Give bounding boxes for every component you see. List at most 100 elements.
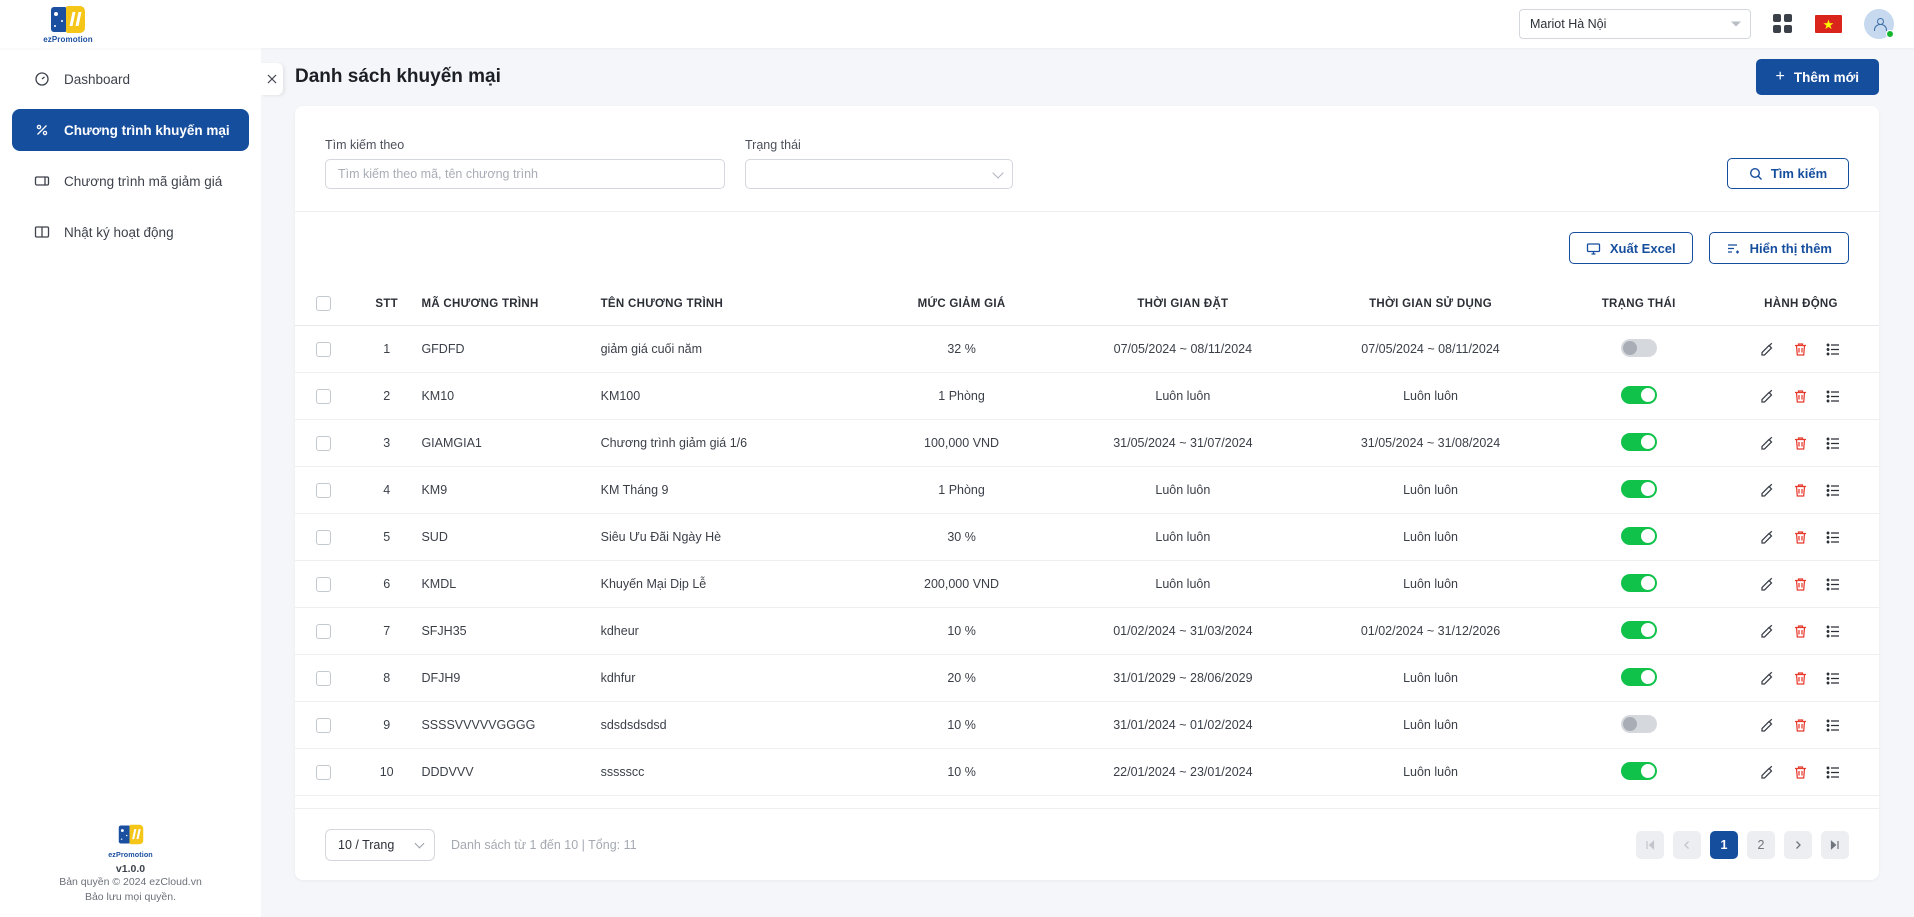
vietnam-flag-icon[interactable]: ★ [1815, 15, 1842, 33]
row-checkbox[interactable] [315, 670, 331, 686]
export-excel-icon [1586, 242, 1601, 255]
row-select-cell [295, 748, 352, 796]
column-header-stt[interactable]: STT [351, 284, 422, 326]
select-all-checkbox[interactable] [315, 296, 331, 311]
column-header-discount[interactable]: MỨC GIẢM GIÁ [864, 284, 1060, 326]
cell-stt: 1 [351, 325, 422, 373]
list-detail-icon[interactable] [1825, 341, 1842, 358]
edit-icon[interactable] [1759, 623, 1776, 640]
status-toggle[interactable] [1620, 385, 1657, 404]
edit-icon[interactable] [1759, 764, 1776, 781]
column-header-status[interactable]: TRẠNG THÁI [1554, 284, 1723, 326]
table-row[interactable]: 1 GFDFD giảm giá cuối năm 32 % 07/05/2024 ~ … [295, 325, 1879, 373]
status-toggle[interactable] [1620, 338, 1657, 357]
list-detail-icon[interactable] [1825, 623, 1842, 640]
delete-icon[interactable] [1792, 529, 1809, 546]
delete-icon[interactable] [1792, 576, 1809, 593]
cell-booking-time: 01/02/2024 ~ 31/03/2024 [1059, 607, 1307, 655]
column-header-usage-time[interactable]: THỜI GIAN SỬ DỤNG [1306, 284, 1555, 326]
status-toggle[interactable] [1620, 573, 1657, 592]
edit-icon[interactable] [1759, 670, 1776, 687]
export-excel-button[interactable]: Xuất Excel [1568, 232, 1693, 264]
column-header-code[interactable]: MÃ CHƯƠNG TRÌNH [421, 284, 601, 326]
page-size-select[interactable]: 10 / Trang [325, 828, 435, 861]
collapse-sidebar-button[interactable] [261, 63, 283, 95]
search-button-label: Tìm kiếm [1770, 166, 1828, 181]
sidebar-item-discount-code-program[interactable]: Chương trình mã giảm giá [12, 160, 249, 202]
delete-icon[interactable] [1792, 482, 1809, 499]
search-input[interactable] [325, 159, 725, 189]
table-row[interactable]: 8 DFJH9 kdhfur 20 % 31/01/2029 ~ 28/06/2029 L… [295, 654, 1879, 702]
row-checkbox[interactable] [315, 623, 331, 639]
row-checkbox[interactable] [315, 482, 331, 498]
status-toggle[interactable] [1620, 714, 1657, 733]
pagination-page-2[interactable]: 2 [1747, 830, 1775, 859]
edit-icon[interactable] [1759, 576, 1776, 593]
edit-icon[interactable] [1759, 717, 1776, 734]
list-detail-icon[interactable] [1825, 388, 1842, 405]
row-checkbox[interactable] [315, 341, 331, 357]
delete-icon[interactable] [1792, 764, 1809, 781]
table-row[interactable]: 4 KM9 KM Tháng 91 Phòng Luôn luôn Luôn luôn [295, 466, 1879, 514]
sidebar-item-promotion-program[interactable]: Chương trình khuyến mại [12, 109, 249, 151]
table-row[interactable]: 2 KM10 KM100 1 Phòng Luôn luôn Luôn luôn [295, 372, 1879, 420]
status-toggle[interactable] [1620, 432, 1657, 451]
pagination-last-button[interactable] [1821, 830, 1849, 859]
user-avatar-icon [1873, 17, 1887, 31]
row-checkbox[interactable] [315, 435, 331, 451]
delete-icon[interactable] [1792, 388, 1809, 405]
hotel-select[interactable]: Mariot Hà Nội [1519, 9, 1751, 39]
column-header-name[interactable]: TÊN CHƯƠNG TRÌNH [600, 284, 865, 326]
status-toggle[interactable] [1620, 620, 1657, 639]
edit-icon[interactable] [1759, 529, 1776, 546]
delete-icon[interactable] [1792, 670, 1809, 687]
sidebar-item-dashboard[interactable]: Dashboard [12, 58, 249, 100]
delete-icon[interactable] [1792, 341, 1809, 358]
row-checkbox[interactable] [315, 764, 331, 780]
table-row[interactable]: 9 SSSSVVVVVGGGG sdsdsdsdsd 10 % 31/01/2024 ~… [295, 701, 1879, 749]
table-row[interactable]: 3 GIAMGIA1 Chương trình giảm giá 1/6 100,00… [295, 419, 1879, 467]
delete-icon[interactable] [1792, 717, 1809, 734]
avatar[interactable] [1864, 9, 1894, 39]
pagination-next-button[interactable] [1784, 830, 1812, 859]
list-detail-icon[interactable] [1825, 717, 1842, 734]
add-new-button[interactable]: + Thêm mới [1755, 59, 1879, 95]
status-toggle[interactable] [1620, 761, 1657, 780]
list-detail-icon[interactable] [1825, 529, 1842, 546]
list-detail-icon[interactable] [1825, 435, 1842, 452]
delete-icon[interactable] [1792, 623, 1809, 640]
show-more-button[interactable]: Hiển thị thêm [1708, 232, 1849, 264]
column-header-booking-time[interactable]: THỜI GIAN ĐẶT [1059, 284, 1307, 326]
chevron-down-icon [414, 838, 425, 848]
status-toggle[interactable] [1620, 667, 1657, 686]
list-detail-icon[interactable] [1825, 764, 1842, 781]
edit-icon[interactable] [1759, 482, 1776, 499]
list-detail-icon[interactable] [1825, 670, 1842, 687]
grid-apps-icon[interactable] [1773, 14, 1793, 34]
edit-icon[interactable] [1759, 435, 1776, 452]
status-toggle[interactable] [1620, 526, 1657, 545]
pagination-page-1[interactable]: 1 [1710, 830, 1738, 859]
table-row[interactable]: 6 KMDL Khuyến Mại Dịp Lễ 200,000 VND Luôn lu… [295, 560, 1879, 608]
row-checkbox[interactable] [315, 576, 331, 592]
table-row[interactable]: 10 DDDVVV ssssscc 10 % 22/01/2024 ~ 23/01/20… [295, 748, 1879, 796]
row-checkbox[interactable] [315, 717, 331, 733]
edit-icon[interactable] [1759, 341, 1776, 358]
first-page-icon [1646, 839, 1655, 850]
list-detail-icon[interactable] [1825, 576, 1842, 593]
table-row[interactable]: 5 SUD Siêu Ưu Đãi Ngày Hè 30 % Luôn luôn Luôn… [295, 513, 1879, 561]
table-row[interactable]: 7 SFJH35 kdheur 10 % 01/02/2024 ~ 31/03/2024… [295, 607, 1879, 655]
list-detail-icon[interactable] [1825, 482, 1842, 499]
status-toggle[interactable] [1620, 479, 1657, 498]
pagination-first-button[interactable] [1636, 830, 1664, 859]
row-checkbox[interactable] [315, 529, 331, 545]
edit-icon[interactable] [1759, 388, 1776, 405]
cell-stt: 4 [351, 466, 422, 514]
row-checkbox[interactable] [315, 388, 331, 404]
status-select[interactable] [745, 159, 1013, 189]
pagination-prev-button[interactable] [1673, 830, 1701, 859]
sidebar-item-activity-log[interactable]: Nhật ký hoạt động [12, 211, 249, 253]
delete-icon[interactable] [1792, 435, 1809, 452]
cell-name: kdhfur [600, 654, 865, 702]
search-button[interactable]: Tìm kiếm [1727, 158, 1849, 189]
